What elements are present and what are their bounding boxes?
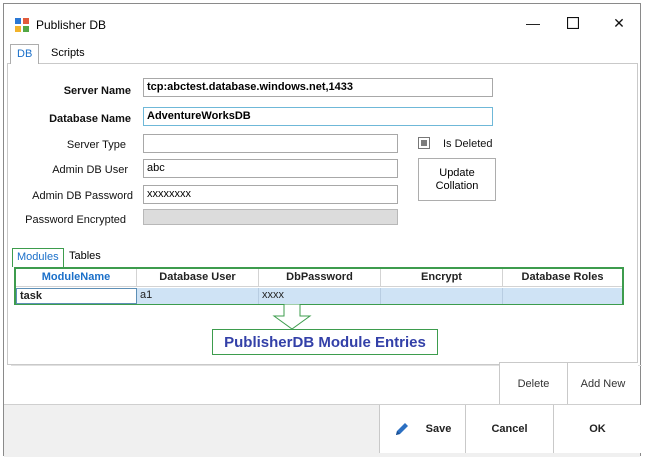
server-type-label: Server Type xyxy=(66,139,126,151)
password-encrypted-label: Password Encrypted xyxy=(25,214,126,226)
column-header-database-roles[interactable]: Database Roles xyxy=(503,269,622,287)
cancel-button[interactable]: Cancel xyxy=(465,405,553,453)
admin-db-password-input[interactable]: xxxxxxxx xyxy=(143,185,398,204)
grid-cell-database-user[interactable]: a1 xyxy=(137,288,259,304)
tab-modules[interactable]: Modules xyxy=(12,248,64,267)
update-collation-button[interactable]: Update Collation xyxy=(418,158,496,201)
column-header-database-user[interactable]: Database User xyxy=(137,269,259,287)
delete-button[interactable]: Delete xyxy=(499,362,567,404)
column-header-modulename[interactable]: ModuleName xyxy=(16,269,137,287)
grid-cell-modulename[interactable]: task xyxy=(16,288,137,304)
publisher-db-window: Publisher DB — ✕ DB Scripts Server Name … xyxy=(3,3,642,457)
admin-db-password-label: Admin DB Password xyxy=(32,190,133,202)
update-collation-label: Update Collation xyxy=(436,167,479,193)
tab-scripts[interactable]: Scripts xyxy=(45,44,91,64)
column-header-dbpassword[interactable]: DbPassword xyxy=(259,269,381,287)
minimize-icon: — xyxy=(526,15,540,31)
callout-label: PublisherDB Module Entries xyxy=(212,329,438,355)
grid-cell-database-roles[interactable] xyxy=(503,288,622,304)
admin-db-user-input[interactable]: abc xyxy=(143,159,398,178)
modules-grid: ModuleName Database User DbPassword Encr… xyxy=(14,267,624,305)
tab-tables[interactable]: Tables xyxy=(65,248,105,267)
pencil-icon xyxy=(395,423,408,435)
grid-cell-encrypt[interactable] xyxy=(381,288,503,304)
save-button[interactable]: Save xyxy=(379,405,465,453)
maximize-button[interactable] xyxy=(558,12,588,34)
tab-db[interactable]: DB xyxy=(10,44,40,64)
close-icon: ✕ xyxy=(613,14,625,31)
checkbox-indicator xyxy=(421,140,427,146)
save-label: Save xyxy=(425,423,452,435)
update-collation-line2: Collation xyxy=(435,179,479,192)
server-name-label: Server Name xyxy=(63,85,131,97)
window-title: Publisher DB xyxy=(36,18,107,32)
db-tab-panel: Server Name tcp:abctest.database.windows… xyxy=(7,63,642,366)
title-bar: Publisher DB — ✕ xyxy=(4,4,640,42)
database-name-label: Database Name xyxy=(49,113,131,125)
grid-cell-dbpassword[interactable]: xxxx xyxy=(259,288,381,304)
close-button[interactable]: ✕ xyxy=(604,12,634,34)
password-encrypted-field xyxy=(143,209,398,225)
server-name-input[interactable]: tcp:abctest.database.windows.net,1433 xyxy=(143,78,493,97)
app-window-icon xyxy=(15,18,29,32)
is-deleted-label: Is Deleted xyxy=(443,138,493,150)
add-new-button[interactable]: Add New xyxy=(567,362,638,404)
ok-button[interactable]: OK xyxy=(553,405,641,453)
is-deleted-checkbox[interactable] xyxy=(418,137,430,149)
admin-db-user-label: Admin DB User xyxy=(52,164,128,176)
minimize-button[interactable]: — xyxy=(518,12,548,34)
column-header-encrypt[interactable]: Encrypt xyxy=(381,269,503,287)
update-collation-line1: Update xyxy=(439,166,475,179)
maximize-icon xyxy=(567,17,579,29)
database-name-input[interactable]: AdventureWorksDB xyxy=(143,107,493,126)
server-type-input[interactable] xyxy=(143,134,398,153)
down-arrow-icon xyxy=(272,304,312,330)
